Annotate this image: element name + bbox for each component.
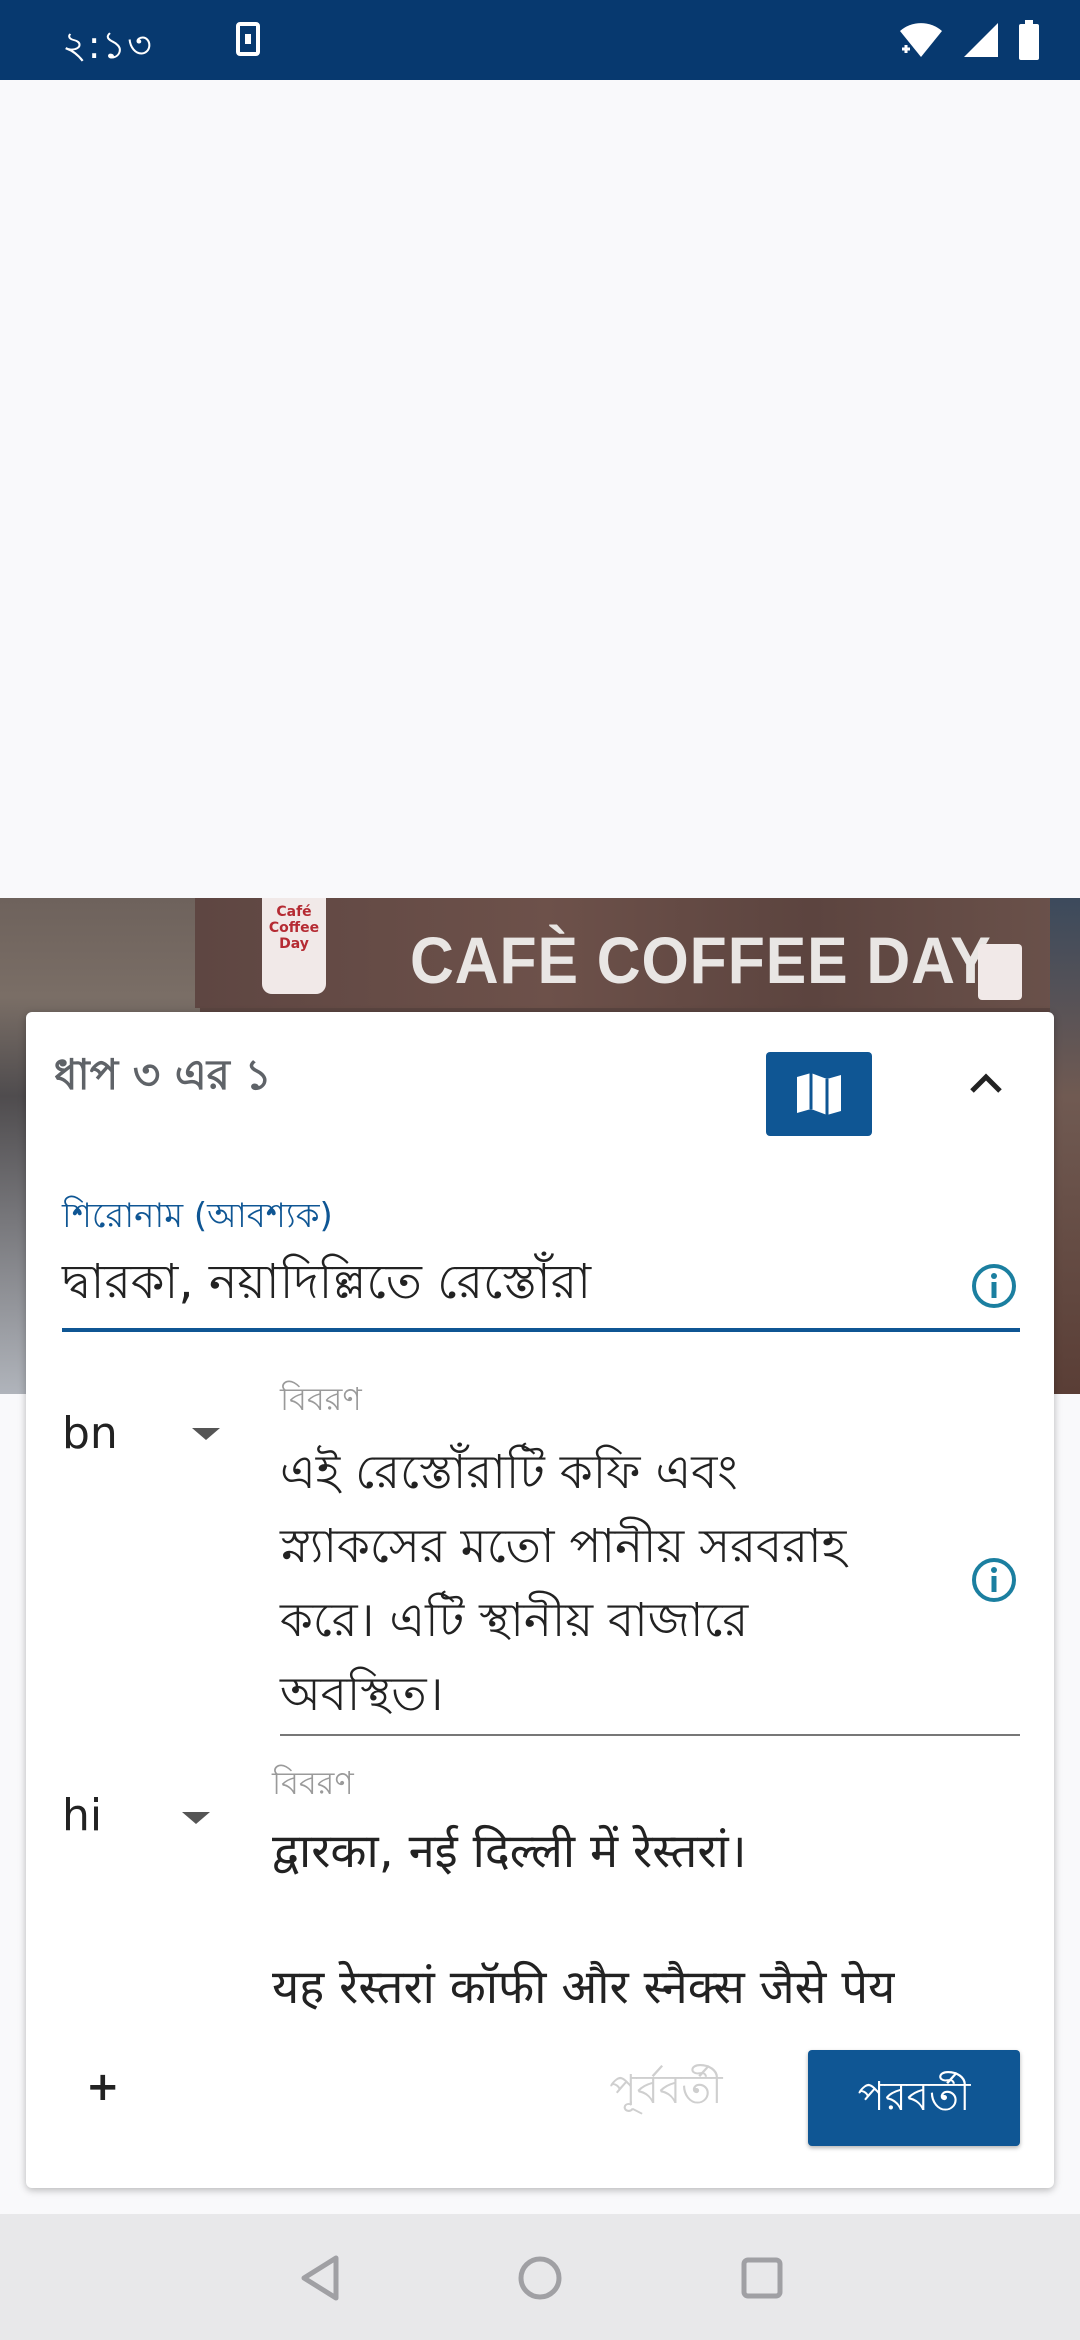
title-underline — [62, 1328, 1020, 1332]
description-line: করে। এটি স্থানীয় বাজারে — [280, 1593, 749, 1648]
home-icon[interactable] — [512, 2250, 568, 2306]
step-label: ধাপ ৩ এর ১ — [54, 1050, 272, 1099]
description-input-bn[interactable]: এই রেস্তোঁরাটি কফি এবং স্ন্যাকসের মতো পা… — [280, 1436, 846, 1732]
status-bar: ২:১৩ — [0, 0, 1080, 80]
language-select-bn[interactable]: bn — [62, 1408, 118, 1459]
language-code: bn — [62, 1408, 118, 1459]
description-line: স্ন্যাকসের মতো পানীয় সরবরাহ — [280, 1519, 847, 1574]
map-icon — [797, 1073, 841, 1115]
description-line: এই রেস্তোঁরাটি কফি এবং — [280, 1445, 738, 1500]
title-input[interactable]: দ্বারকা, নয়াদিল্লিতে রেস্তোঁরা — [62, 1246, 591, 1325]
photo-right-edge — [1050, 898, 1080, 1394]
description-line — [272, 1886, 895, 1954]
language-code: hi — [62, 1790, 103, 1841]
add-description-button[interactable]: + — [86, 2064, 120, 2110]
description-line: द्वारका, नई दिल्ली में रेस्तरां। — [272, 1824, 747, 1879]
description-label: বিবরণ — [272, 1764, 354, 1802]
photo-logo-text: Café Coffee Day — [268, 904, 320, 952]
description-label: বিবরণ — [280, 1380, 362, 1418]
dropdown-arrow-icon[interactable] — [182, 1812, 210, 1824]
signal-icon — [964, 23, 998, 57]
description-input-hi[interactable]: द्वारका, नई दिल्ली में रेस्तरां। यह रेस्… — [272, 1818, 895, 2038]
description-line: यह रेस्तरां कॉफी और स्नैक्स जैसे पेय — [272, 1960, 896, 2015]
dropdown-arrow-icon[interactable] — [192, 1428, 220, 1440]
chevron-up-icon — [970, 1073, 1002, 1093]
battery-icon — [1019, 20, 1039, 60]
map-button[interactable] — [766, 1052, 872, 1136]
notification-download-icon — [236, 22, 260, 56]
title-field-label: শিরোনাম (আবশ্যক) — [62, 1196, 333, 1236]
previous-button[interactable]: পূর্ববর্তী — [566, 2058, 766, 2125]
language-select-hi[interactable]: hi — [62, 1790, 102, 1841]
upload-details-card: ধাপ ৩ এর ১ শিরোনাম (আবশ্যক) দ্বারকা, নয়… — [26, 1012, 1054, 2188]
photo-sign-text: CAFÈ COFFEE DAY — [410, 923, 992, 997]
photo-logo: Café Coffee Day — [262, 898, 326, 994]
description-underline — [280, 1734, 1020, 1736]
back-icon[interactable] — [292, 2250, 348, 2306]
wifi-icon — [900, 23, 942, 57]
description-line: অবস্থিত। — [280, 1667, 444, 1722]
description-info-icon[interactable] — [970, 1556, 1018, 1604]
photo-logo-small — [978, 944, 1022, 1000]
next-button[interactable]: পরবর্তী — [808, 2050, 1020, 2146]
recents-icon[interactable] — [734, 2250, 790, 2306]
collapse-button[interactable] — [946, 1052, 1026, 1112]
navigation-bar — [0, 2214, 1080, 2340]
title-info-icon[interactable] — [970, 1262, 1018, 1310]
status-icons — [898, 18, 1040, 62]
image-preview-area — [0, 80, 1080, 900]
status-time: ২:১৩ — [62, 23, 153, 67]
